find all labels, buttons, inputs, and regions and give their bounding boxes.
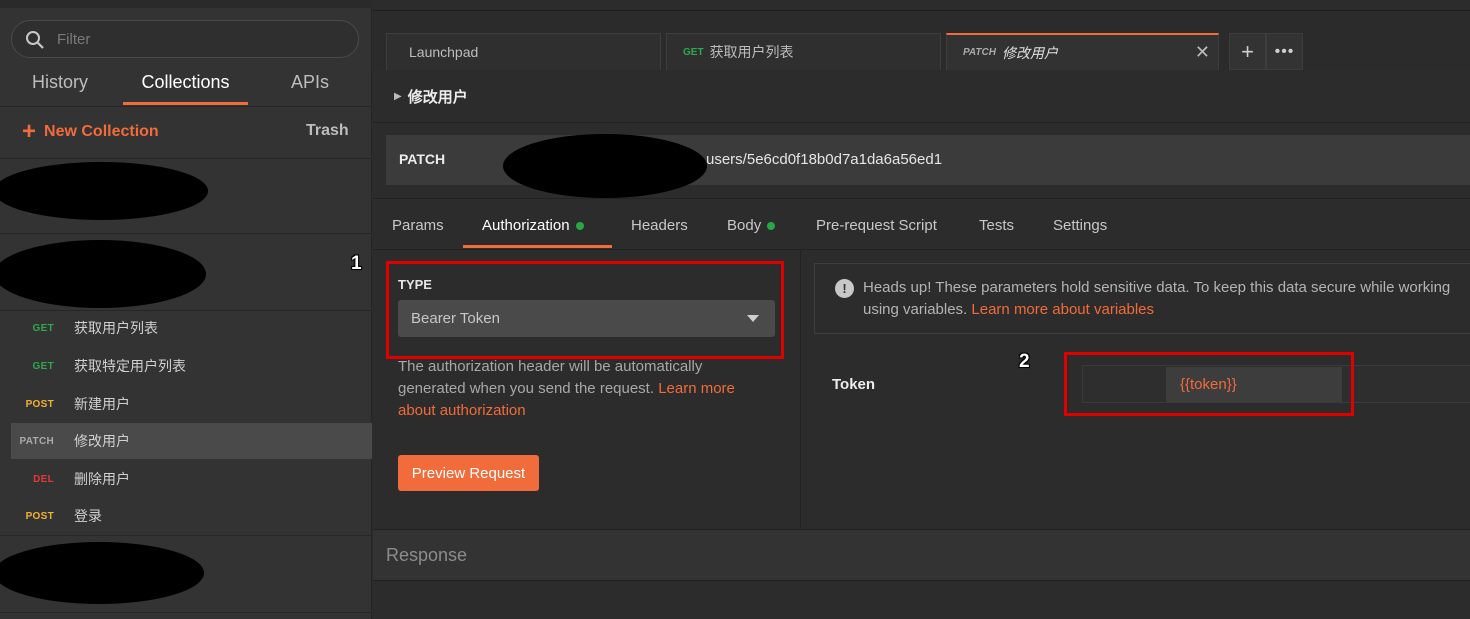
request-item[interactable]: GET 获取特定用户列表: [0, 348, 372, 384]
close-icon[interactable]: ✕: [1195, 42, 1210, 63]
tab-request[interactable]: GET 获取用户列表: [666, 33, 941, 70]
request-item[interactable]: GET 获取用户列表: [0, 310, 372, 346]
divider: [373, 198, 1470, 199]
auth-description: The authorization header will be automat…: [398, 356, 768, 422]
request-item-selected[interactable]: PATCH 修改用户: [11, 423, 372, 459]
tab-collections[interactable]: Collections: [123, 72, 248, 106]
method-badge: DEL: [33, 473, 54, 485]
redacted-collection[interactable]: [0, 542, 204, 604]
tab-label: Launchpad: [409, 44, 479, 60]
tab-label: 获取用户列表: [709, 44, 794, 60]
divider: [0, 233, 372, 234]
method-badge: GET: [32, 360, 54, 372]
redacted-url-host: [503, 134, 707, 198]
method-badge: PATCH: [963, 47, 996, 58]
method-badge: POST: [25, 398, 54, 410]
active-tab-indicator: [463, 245, 612, 248]
tab-authorization[interactable]: Authorization: [482, 217, 584, 234]
status-dot: [767, 221, 776, 230]
heads-up-line-2: using variables.: [863, 301, 972, 318]
sidebar: History Collections APIs + New Collectio…: [0, 0, 372, 619]
method-badge: POST: [25, 510, 54, 522]
tab-settings[interactable]: Settings: [1053, 217, 1107, 234]
auth-description-text: The authorization header will be automat…: [398, 358, 703, 397]
tab-label: Pre-request Script: [816, 217, 937, 234]
request-item[interactable]: DEL 删除用户: [0, 461, 372, 497]
tab-tests[interactable]: Tests: [979, 217, 1014, 234]
url-input[interactable]: users/5e6cd0f18b0d7a1da6a56ed1: [706, 151, 942, 168]
tab-request-active[interactable]: PATCH 修改用户 ✕: [946, 33, 1219, 70]
token-label: Token: [832, 376, 876, 393]
request-name: 获取用户列表: [74, 320, 158, 336]
plus-icon: +: [22, 118, 37, 145]
heads-up-banner: ! Heads up! These parameters hold sensit…: [814, 263, 1470, 334]
request-name: 新建用户: [74, 396, 130, 412]
method-badge: PATCH: [19, 435, 54, 447]
tab-history[interactable]: History: [20, 72, 100, 106]
request-name: 删除用户: [74, 471, 130, 487]
tab-label: 修改用户: [1001, 44, 1058, 61]
new-collection-button[interactable]: + New Collection: [22, 120, 159, 144]
response-bar[interactable]: [373, 529, 1470, 581]
request-name: 登录: [74, 508, 102, 524]
tab-label: Authorization: [482, 217, 570, 234]
search-icon: [25, 30, 45, 55]
tab-pre-request-script[interactable]: Pre-request Script: [816, 217, 937, 234]
sidebar-top-strip: [0, 0, 372, 8]
divider: [0, 535, 372, 536]
trash-button[interactable]: Trash: [306, 122, 349, 140]
more-icon: •••: [1274, 42, 1295, 60]
annotation-number-2: 2: [1019, 351, 1030, 372]
annotation-box-2: [1064, 352, 1354, 416]
learn-more-variables-link[interactable]: Learn more about variables: [971, 301, 1154, 318]
divider: [0, 612, 372, 613]
method-badge: GET: [683, 46, 704, 58]
filter-box[interactable]: [11, 20, 359, 58]
annotation-box-1: [386, 261, 784, 359]
more-tabs-button[interactable]: •••: [1266, 33, 1303, 70]
redacted-collection[interactable]: [0, 162, 208, 220]
tab-apis[interactable]: APIs: [275, 72, 345, 106]
filter-input[interactable]: [57, 29, 337, 49]
active-tab-indicator: [123, 102, 248, 105]
annotation-number-1: 1: [351, 253, 362, 274]
heads-up-text: Heads up! These parameters hold sensitiv…: [863, 277, 1470, 321]
redacted-collection[interactable]: [0, 240, 206, 308]
request-name-bar: [373, 70, 1470, 123]
request-item[interactable]: POST 新建用户: [0, 386, 372, 422]
tab-label: Settings: [1053, 217, 1108, 234]
request-name: 获取特定用户列表: [74, 358, 186, 374]
preview-request-button[interactable]: Preview Request: [398, 455, 539, 491]
tab-label: Body: [727, 217, 762, 234]
new-collection-label: New Collection: [44, 123, 159, 140]
request-title-text: 修改用户: [407, 89, 468, 106]
expand-icon[interactable]: ▶: [394, 91, 402, 102]
divider: [0, 106, 372, 107]
tab-body[interactable]: Body: [727, 217, 776, 234]
tab-label: Headers: [631, 217, 688, 234]
plus-icon: +: [1241, 38, 1254, 64]
response-label: Response: [386, 545, 468, 565]
heads-up-line-1: Heads up! These parameters hold sensitiv…: [863, 279, 1451, 296]
request-title[interactable]: ▶ 修改用户: [394, 86, 468, 107]
method-selector[interactable]: PATCH: [399, 151, 445, 167]
tab-label: Tests: [979, 217, 1015, 234]
request-item[interactable]: POST 登录: [0, 498, 372, 534]
tab-params[interactable]: Params: [392, 217, 444, 234]
divider: [0, 158, 372, 159]
tab-label: Params: [392, 217, 444, 234]
tab-launchpad[interactable]: Launchpad: [386, 33, 661, 70]
status-dot: [575, 221, 584, 230]
new-tab-button[interactable]: +: [1229, 33, 1266, 70]
method-badge: GET: [32, 322, 54, 334]
request-name: 修改用户: [74, 433, 130, 449]
tab-headers[interactable]: Headers: [631, 217, 688, 234]
exclamation-icon: !: [835, 279, 854, 298]
